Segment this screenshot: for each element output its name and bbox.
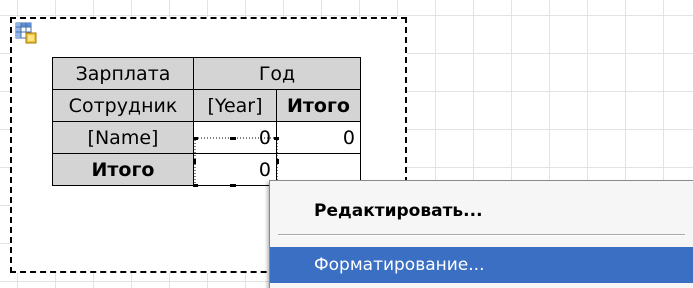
row-field-header-cell[interactable]: Сотрудник	[52, 89, 194, 122]
menu-item-edit[interactable]: Редактировать...	[270, 193, 693, 229]
pivot-table[interactable]: Зарплата Год Сотрудник [Year] Итого [Nam…	[52, 57, 361, 186]
total-row-header-cell[interactable]: Итого	[52, 153, 194, 186]
menu-separator	[278, 234, 685, 236]
row-total-cell[interactable]: 0	[276, 121, 361, 154]
menu-item-format[interactable]: Форматирование...	[270, 247, 693, 283]
column-total-cell[interactable]: 0	[193, 153, 277, 186]
column-field-header-cell[interactable]: [Year]	[193, 89, 277, 122]
column-group-header-cell[interactable]: Год	[193, 57, 361, 90]
row-value-cell[interactable]: [Name]	[52, 121, 194, 154]
context-menu: Редактировать... Форматирование...	[269, 180, 693, 288]
column-total-header-cell[interactable]: Итого	[276, 89, 361, 122]
pivot-table-icon[interactable]	[15, 22, 37, 44]
data-cell[interactable]: 0	[193, 121, 277, 154]
measure-header-cell[interactable]: Зарплата	[52, 57, 194, 90]
